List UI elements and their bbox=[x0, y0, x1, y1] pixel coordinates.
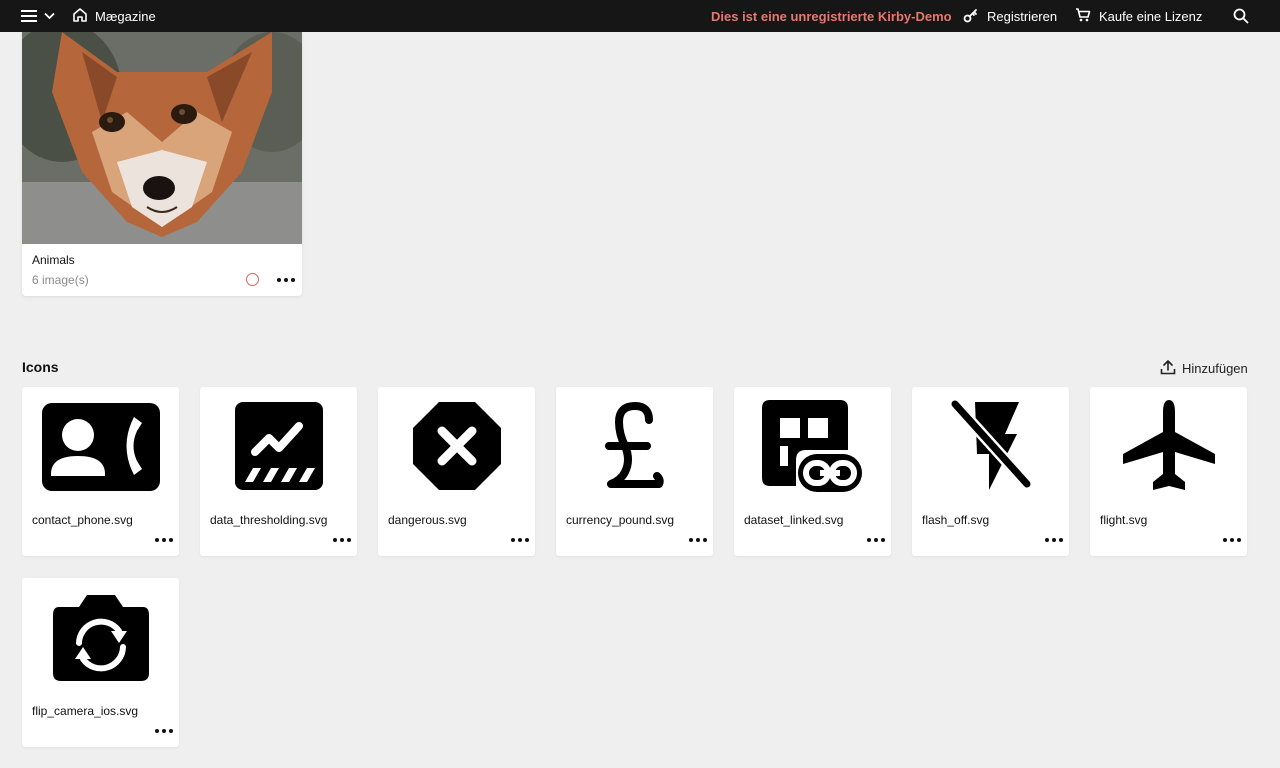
file-name: flip_camera_ios.svg bbox=[32, 704, 139, 718]
file-card[interactable]: contact_phone.svg bbox=[22, 387, 179, 556]
file-options-button[interactable] bbox=[155, 534, 173, 546]
file-card[interactable]: flash_off.svg bbox=[912, 387, 1069, 556]
file-card[interactable]: data_thresholding.svg bbox=[200, 387, 357, 556]
album-title: Animals bbox=[32, 253, 75, 267]
file-card[interactable]: currency_pound.svg bbox=[556, 387, 713, 556]
chevron-down-icon[interactable] bbox=[42, 7, 56, 25]
file-options-button[interactable] bbox=[511, 534, 529, 546]
buy-label: Kaufe eine Lizenz bbox=[1099, 8, 1203, 24]
contact-phone-icon bbox=[22, 387, 179, 505]
file-options-button[interactable] bbox=[1045, 534, 1063, 546]
file-name: flash_off.svg bbox=[922, 513, 990, 527]
flash-off-icon bbox=[912, 387, 1069, 505]
file-options-button[interactable] bbox=[1223, 534, 1241, 546]
album-image-count: 6 image(s) bbox=[32, 273, 89, 287]
add-label: Hinzufügen bbox=[1182, 360, 1248, 376]
upload-icon bbox=[1160, 359, 1176, 378]
app-name: Mægazine bbox=[95, 8, 156, 24]
file-options-button[interactable] bbox=[333, 534, 351, 546]
home-link[interactable]: Mægazine bbox=[72, 0, 156, 32]
file-card[interactable]: dangerous.svg bbox=[378, 387, 535, 556]
file-name: flight.svg bbox=[1100, 513, 1148, 527]
search-icon[interactable] bbox=[1232, 7, 1250, 25]
album-thumbnail bbox=[22, 32, 302, 244]
register-label: Registrieren bbox=[987, 8, 1058, 24]
file-name: currency_pound.svg bbox=[566, 513, 675, 527]
flight-icon bbox=[1090, 387, 1247, 505]
file-name: data_thresholding.svg bbox=[210, 513, 328, 527]
file-options-button[interactable] bbox=[867, 534, 885, 546]
file-card[interactable]: flip_camera_ios.svg bbox=[22, 578, 179, 747]
status-circle-icon[interactable] bbox=[246, 273, 259, 286]
key-icon bbox=[963, 7, 979, 26]
add-button[interactable]: Hinzufügen bbox=[1160, 359, 1248, 377]
register-button[interactable]: Registrieren bbox=[963, 0, 1057, 32]
file-name: contact_phone.svg bbox=[32, 513, 133, 527]
file-name: dangerous.svg bbox=[388, 513, 467, 527]
home-icon bbox=[72, 7, 88, 26]
file-options-button[interactable] bbox=[155, 725, 173, 737]
cart-icon bbox=[1075, 7, 1091, 26]
album-options-button[interactable] bbox=[277, 274, 295, 286]
data-thresholding-icon bbox=[200, 387, 357, 505]
flip-camera-ios-icon bbox=[22, 578, 179, 696]
demo-notice[interactable]: Dies ist eine unregistrierte Kirby-Demo bbox=[711, 0, 952, 32]
dangerous-icon bbox=[378, 387, 535, 505]
section-title-icons: Icons bbox=[22, 359, 59, 375]
currency-pound-icon bbox=[556, 387, 713, 505]
menu-icon[interactable] bbox=[20, 7, 38, 25]
file-options-button[interactable] bbox=[689, 534, 707, 546]
file-card[interactable]: dataset_linked.svg bbox=[734, 387, 891, 556]
buy-license-button[interactable]: Kaufe eine Lizenz bbox=[1075, 0, 1202, 32]
album-card[interactable]: Animals 6 image(s) bbox=[22, 32, 302, 296]
file-name: dataset_linked.svg bbox=[744, 513, 844, 527]
dataset-linked-icon bbox=[734, 387, 891, 505]
topbar: Mægazine Dies ist eine unregistrierte Ki… bbox=[0, 0, 1280, 32]
file-card[interactable]: flight.svg bbox=[1090, 387, 1247, 556]
